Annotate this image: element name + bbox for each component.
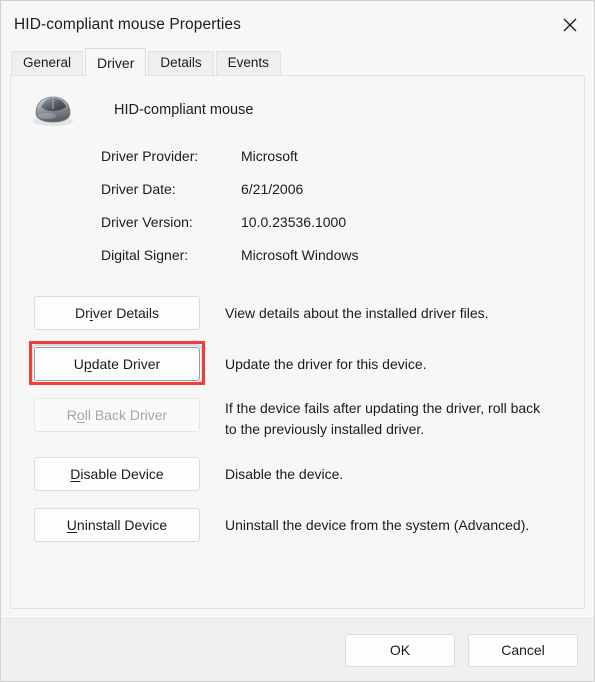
info-label: Driver Provider:: [101, 148, 199, 164]
info-label: Driver Version:: [101, 214, 193, 230]
button-label-part: ll Back Driver: [84, 407, 168, 423]
driver-info-table: Driver Provider: Microsoft Driver Date: …: [101, 148, 584, 280]
title-bar: HID-compliant mouse Properties: [1, 1, 594, 48]
device-header: HID-compliant mouse: [11, 76, 584, 130]
update-driver-button[interactable]: Up date Driver: [31, 344, 203, 384]
tab-details[interactable]: Details: [148, 51, 214, 75]
tab-driver[interactable]: Driver: [85, 48, 147, 76]
driver-details-button[interactable]: Dr i ver Details: [34, 296, 200, 330]
close-button[interactable]: [547, 9, 593, 41]
update-driver-description: Update the driver for this device.: [225, 356, 427, 372]
action-row-disable-device: Disable Device Disable the device.: [34, 457, 584, 491]
device-properties-dialog: HID-compliant mouse Properties General D…: [0, 0, 595, 682]
info-row: Driver Date: 6/21/2006: [101, 181, 584, 214]
info-value: Microsoft Windows: [241, 247, 359, 263]
button-label-part: date Driver: [91, 356, 161, 372]
device-name: HID-compliant mouse: [114, 102, 254, 118]
button-label-part: Dr: [74, 305, 90, 321]
cancel-button[interactable]: Cancel: [468, 633, 578, 667]
disable-device-button[interactable]: Disable Device: [34, 457, 200, 491]
tab-events[interactable]: Events: [215, 51, 281, 75]
tab-general[interactable]: General: [11, 51, 84, 75]
ok-button[interactable]: OK: [345, 633, 455, 667]
dialog-footer: OK Cancel: [1, 618, 594, 681]
info-label: Driver Date:: [101, 181, 176, 197]
action-row-update-driver: Up date Driver Update the driver for this…: [29, 341, 584, 385]
driver-actions: Dr i ver Details View details about the in…: [11, 296, 584, 542]
tab-strip: General Driver Details Events: [1, 48, 594, 76]
button-label-part: U: [73, 356, 84, 372]
info-row: Digital Signer: Microsoft Windows: [101, 247, 584, 280]
button-accel-char: o: [76, 407, 85, 423]
roll-back-driver-description: If the device fails after updating the d…: [225, 400, 541, 437]
info-row: Driver Provider: Microsoft: [101, 148, 584, 181]
action-row-uninstall-device: Uninstall Device Uninstall the device fr…: [34, 508, 584, 542]
button-label-part: ninstall Device: [76, 517, 168, 533]
uninstall-device-button[interactable]: Uninstall Device: [34, 508, 200, 542]
driver-details-description: View details about the installed driver …: [225, 305, 489, 321]
info-row: Driver Version: 10.0.23536.1000: [101, 214, 584, 247]
button-label-part: isable Device: [80, 466, 164, 482]
button-accel-char: D: [70, 466, 81, 482]
info-label: Digital Signer:: [101, 247, 189, 263]
mouse-icon: [29, 90, 77, 130]
action-row-driver-details: Dr i ver Details View details about the in…: [34, 296, 584, 330]
action-row-roll-back-driver: Ro ll Back Driver If the device fails aft…: [34, 398, 584, 440]
button-label-part: ver Details: [92, 305, 160, 321]
driver-tab-page: HID-compliant mouse Driver Provider: Mic…: [10, 75, 585, 609]
close-icon: [563, 18, 577, 32]
info-value: 10.0.23536.1000: [241, 214, 347, 230]
uninstall-device-description: Uninstall the device from the system (Ad…: [225, 517, 530, 533]
window-title: HID-compliant mouse Properties: [14, 15, 241, 33]
disable-device-description: Disable the device.: [225, 466, 344, 482]
button-accel-char: U: [66, 517, 77, 533]
info-value: 6/21/2006: [241, 181, 304, 197]
roll-back-driver-button: Ro ll Back Driver: [34, 398, 200, 432]
button-accel-char: p: [83, 356, 92, 372]
button-label-part: R: [66, 407, 77, 423]
info-value: Microsoft: [241, 148, 298, 164]
